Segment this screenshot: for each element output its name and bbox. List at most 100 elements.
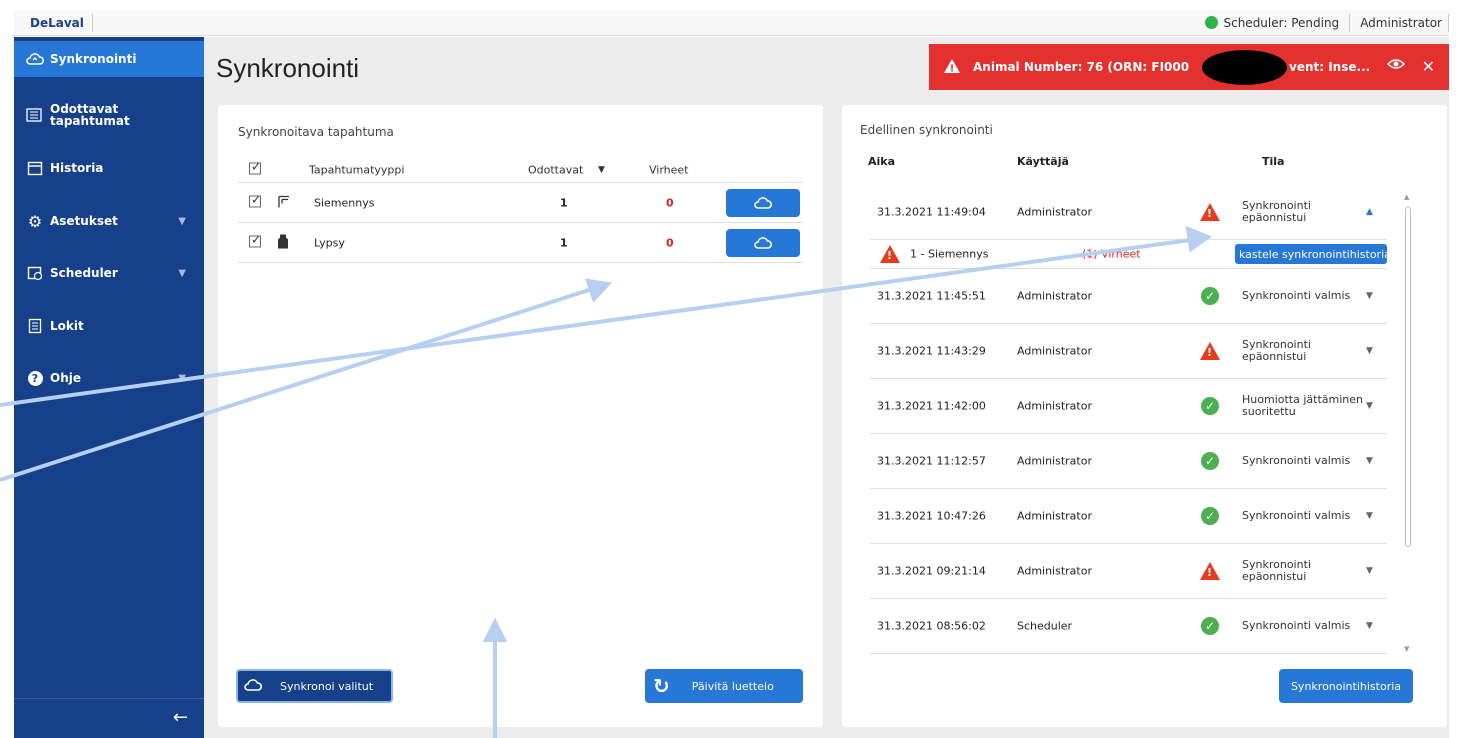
sidebar-item-label: Synkronointi [50,52,137,66]
panel-title: Edellinen synkronointi [860,123,993,137]
sync-status: Synkronointi valmis [1242,289,1351,302]
sync-time: 31.3.2021 11:45:51 [877,289,986,303]
sidebar-item-label: Asetukset [50,214,118,228]
cloud-sync-icon [26,50,44,68]
sidebar-item-label: Scheduler [50,266,118,280]
column-header-type[interactable]: Tapahtumatyyppi [309,163,404,176]
detail-errors[interactable]: (1) Virheet [1082,248,1141,261]
page-title: Synkronointi [216,53,360,83]
table-header: Tapahtumatyyppi Odottavat ▼ Virheet [238,157,803,183]
table-row[interactable]: 31.3.2021 11:12:57 Administrator ✓ Synkr… [870,434,1387,489]
check-icon: ✓ [1201,287,1219,305]
detail-label: 1 - Siemennys [910,247,989,261]
chevron-down-icon[interactable]: ▼ [1366,401,1373,411]
sidebar-item-historia[interactable]: Historia [14,157,204,179]
sync-status: Synkronointi epäonnistui [1242,338,1311,363]
event-type: Lypsy [314,236,345,249]
log-icon [26,317,44,335]
sync-detail-row: 1 - Siemennys (1) Virheet kastele synkro… [870,240,1387,269]
sync-user: Scheduler [1017,619,1073,633]
top-bar: DeLaval Scheduler: Pending Administrator [14,10,1449,36]
current-user[interactable]: Administrator [1360,16,1448,30]
cloud-sync-icon [244,678,263,695]
sidebar-item-scheduler[interactable]: Scheduler ▼ [14,262,204,284]
row-checkbox[interactable] [249,232,261,250]
chevron-down-icon[interactable]: ▼ [1366,346,1373,356]
table-row: Siemennys 1 0 [238,183,803,223]
table-row[interactable]: 31.3.2021 10:47:26 Administrator ✓ Synkr… [870,489,1387,544]
chevron-down-icon[interactable]: ▼ [1366,566,1373,576]
table-row[interactable]: 31.3.2021 11:42:00 Administrator ✓ Huomi… [870,379,1387,434]
column-header-status: Tila [1262,155,1285,168]
sidebar: Synkronointi Odottavat tapahtumat Histori… [14,37,204,738]
close-icon[interactable]: ✕ [1422,57,1435,76]
sync-status: Synkronointi epäonnistui [1242,558,1311,583]
gear-icon: ⚙ [27,211,43,231]
view-sync-history-button[interactable]: kastele synkronointihistoriaa [1235,244,1387,264]
calendar-clock-icon [26,264,44,282]
table-row: Lypsy 1 0 [238,223,803,263]
sync-time: 31.3.2021 10:47:26 [877,509,986,523]
sync-selected-button[interactable]: Synkronoi valitut [236,669,393,703]
table-row[interactable]: 31.3.2021 11:49:04 Administrator Synkron… [870,185,1387,240]
sync-user: Administrator [1017,289,1092,303]
divider [1448,13,1449,32]
table-row[interactable]: 31.3.2021 08:56:02 Scheduler ✓ Synkronoi… [870,599,1387,654]
sync-time: 31.3.2021 11:49:04 [877,205,986,219]
sidebar-item-odottavat[interactable]: Odottavat tapahtumat [14,99,204,131]
sync-time: 31.3.2021 09:21:14 [877,564,986,578]
chevron-down-icon[interactable]: ▼ [1366,511,1373,521]
chevron-down-icon: ▼ [178,372,186,384]
chevron-down-icon[interactable]: ▼ [1366,291,1373,301]
sync-status: Synkronointi valmis [1242,509,1351,522]
error-icon [1200,203,1220,221]
sync-status: Synkronointi epäonnistui [1242,199,1311,224]
arrow-left-icon[interactable]: ← [173,707,188,728]
check-icon: ✓ [1201,617,1219,635]
sidebar-collapse[interactable]: ← [14,698,204,738]
sidebar-item-synkronointi[interactable]: Synkronointi [14,41,204,77]
table-row[interactable]: 31.3.2021 09:21:14 Administrator Synkron… [870,544,1387,599]
chevron-down-icon[interactable]: ▼ [1366,621,1373,631]
sync-user: Administrator [1017,344,1092,358]
error-count: 0 [666,236,674,249]
alert-text: Animal Number: 76 (ORN: FI000 [973,60,1190,74]
table-row[interactable]: 31.3.2021 11:45:51 Administrator ✓ Synkr… [870,269,1387,324]
chevron-down-icon[interactable]: ▼ [1366,456,1373,466]
scroll-down-icon[interactable]: ▼ [1404,645,1409,653]
eye-icon[interactable] [1386,58,1406,73]
row-checkbox[interactable] [249,192,261,210]
redaction-mark [1202,50,1287,85]
select-all-checkbox[interactable] [249,159,261,177]
error-icon [880,245,900,263]
scroll-thumb[interactable] [1405,207,1411,547]
sidebar-item-asetukset[interactable]: ⚙ Asetukset ▼ [14,210,204,232]
sidebar-item-lokit[interactable]: Lokit [14,315,204,337]
pending-count: 1 [560,196,568,209]
insemination-icon [277,194,291,211]
sync-time: 31.3.2021 11:12:57 [877,454,986,468]
sync-time: 31.3.2021 11:43:29 [877,344,986,358]
sync-row-button[interactable] [726,189,800,217]
table-row[interactable]: 31.3.2021 11:43:29 Administrator Synkron… [870,324,1387,379]
delaval-logo: DeLaval [14,13,93,32]
column-header-errors[interactable]: Virheet [649,163,689,176]
sidebar-item-label: Ohje [50,371,81,385]
chevron-up-icon[interactable]: ▲ [1366,207,1373,217]
main-content: Synkronointi ! Animal Number: 76 (ORN: F… [204,37,1449,738]
chevron-down-icon: ▼ [178,267,186,279]
svg-text:!: ! [950,63,955,74]
refresh-list-button[interactable]: ↻ Päivitä luettelo [645,669,803,703]
list-icon [26,106,44,124]
sync-row-button[interactable] [726,229,800,257]
sync-time: 31.3.2021 11:42:00 [877,399,986,413]
scrollbar[interactable]: ▲ ▼ [1403,193,1411,657]
sync-user: Administrator [1017,564,1092,578]
sidebar-item-ohje[interactable]: ? Ohje ▼ [14,367,204,389]
scroll-up-icon[interactable]: ▲ [1404,193,1409,201]
column-header-user: Käyttäjä [1017,155,1069,168]
alert-banner[interactable]: ! Animal Number: 76 (ORN: FI000 vent: In… [929,44,1449,90]
sync-history-button[interactable]: Synkronointihistoria [1279,669,1413,703]
column-header-pending[interactable]: Odottavat [528,163,583,176]
sort-down-icon[interactable]: ▼ [598,165,605,175]
